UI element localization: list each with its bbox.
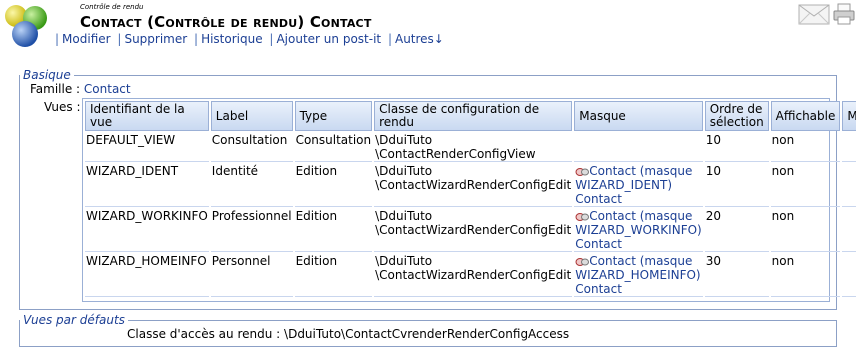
cell-ordre: 10: [704, 133, 769, 162]
views-table: Identifiant de la vue Label Type Classe …: [83, 99, 856, 299]
menu-modifier[interactable]: Modifier: [62, 32, 111, 46]
col-type: Type: [294, 101, 373, 131]
acces-label: Classe d'accès au rendu :: [127, 327, 281, 341]
mask-link[interactable]: Contact (masque WIZARD_WORKINFO) Contact: [575, 209, 701, 251]
vues-label: Vues :: [44, 100, 81, 114]
family-logo-icon: [5, 5, 47, 47]
cell-affichable: non: [770, 164, 841, 207]
cell-identifiant: WIZARD_HOMEINFO: [85, 254, 209, 297]
cell-identifiant: WIZARD_IDENT: [85, 164, 209, 207]
cell-masque: Contact (masque WIZARD_WORKINFO) Contact: [574, 209, 703, 252]
mask-link[interactable]: Contact (masque WIZARD_HOMEINFO) Contact: [575, 254, 700, 296]
famille-link[interactable]: Contact: [84, 82, 131, 96]
col-ordre: Ordre de sélection: [704, 101, 769, 131]
cell-label: Professionnel: [210, 209, 293, 252]
cell-menu: [842, 209, 856, 252]
cell-classe: \DduiTuto \ContactWizardRenderConfigEdit: [374, 209, 573, 252]
mask-icon: [575, 257, 590, 266]
cell-type: Consultation: [294, 133, 373, 162]
famille-label: Famille :: [30, 82, 81, 96]
page-title: Contact (Contrôle de rendu) Contact: [80, 13, 372, 31]
table-row: WIZARD_WORKINFO Professionnel Edition \D…: [85, 209, 856, 252]
action-menu: | Modifier | Supprimer | Historique | Ajoute…: [55, 32, 444, 46]
table-header-row: Identifiant de la vue Label Type Classe …: [85, 101, 856, 131]
col-affichable: Affichable: [770, 101, 841, 131]
cell-ordre: 30: [704, 254, 769, 297]
col-identifiant: Identifiant de la vue: [85, 101, 209, 131]
defauts-legend: Vues par défauts: [23, 313, 125, 327]
cell-type: Edition: [294, 209, 373, 252]
menu-supprimer[interactable]: Supprimer: [124, 32, 187, 46]
mail-icon[interactable]: [798, 2, 830, 26]
menu-ajouter-postit[interactable]: Ajouter un post-it: [276, 32, 381, 46]
cell-type: Edition: [294, 254, 373, 297]
cell-affichable: non: [770, 254, 841, 297]
menu-historique[interactable]: Historique: [201, 32, 263, 46]
cell-label: Personnel: [210, 254, 293, 297]
famille-row: Famille : Contact: [30, 82, 131, 96]
cell-label: Identité: [210, 164, 293, 207]
cell-ordre: 10: [704, 164, 769, 207]
col-label: Label: [210, 101, 293, 131]
views-table-container: Identifiant de la vue Label Type Classe …: [82, 98, 856, 302]
cell-identifiant: DEFAULT_VIEW: [85, 133, 209, 162]
cell-identifiant: WIZARD_WORKINFO: [85, 209, 209, 252]
cell-masque: Contact (masque WIZARD_IDENT) Contact: [574, 164, 703, 207]
mask-link[interactable]: Contact (masque WIZARD_IDENT) Contact: [575, 164, 692, 206]
acces-row: Classe d'accès au rendu : \DduiTuto\Cont…: [127, 327, 569, 341]
cell-masque: [574, 133, 703, 162]
cell-menu: [842, 254, 856, 297]
col-masque: Masque: [574, 101, 703, 131]
cell-affichable: non: [770, 133, 841, 162]
table-row: WIZARD_IDENT Identité Edition \DduiTuto \…: [85, 164, 856, 207]
acces-value: \DduiTuto\ContactCvrenderRenderConfigAcc…: [284, 327, 570, 341]
cell-masque: Contact (masque WIZARD_HOMEINFO) Contact: [574, 254, 703, 297]
cell-affichable: non: [770, 209, 841, 252]
table-row: DEFAULT_VIEW Consultation Consultation \…: [85, 133, 856, 162]
cell-classe: \DduiTuto \ContactWizardRenderConfigEdit: [374, 254, 573, 297]
cell-label: Consultation: [210, 133, 293, 162]
cell-menu: [842, 164, 856, 207]
cell-type: Edition: [294, 164, 373, 207]
col-classe: Classe de configuration de rendu: [374, 101, 573, 131]
menu-autres[interactable]: Autres↓: [395, 32, 444, 46]
cell-menu: [842, 133, 856, 162]
mask-icon: [575, 212, 590, 221]
table-row: WIZARD_HOMEINFO Personnel Edition \DduiT…: [85, 254, 856, 297]
document-category: Contrôle de rendu: [80, 3, 144, 11]
basique-legend: Basique: [23, 68, 71, 82]
cell-classe: \DduiTuto \ContactWizardRenderConfigEdit: [374, 164, 573, 207]
mask-icon: [575, 167, 590, 176]
cell-ordre: 20: [704, 209, 769, 252]
cell-classe: \DduiTuto \ContactRenderConfigView: [374, 133, 573, 162]
print-icon[interactable]: [832, 2, 856, 26]
col-menu: Menu: [842, 101, 856, 131]
